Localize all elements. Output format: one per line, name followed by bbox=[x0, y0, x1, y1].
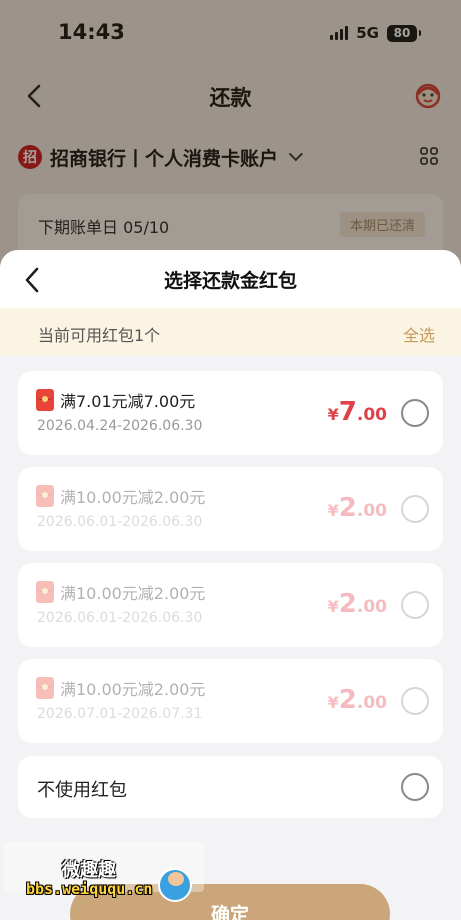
red-envelope-icon bbox=[36, 581, 54, 603]
amount-decimal: .00 bbox=[356, 405, 387, 425]
coupon-amount: ¥ 2 .00 bbox=[328, 685, 387, 715]
coupon-amount: ¥ 2 .00 bbox=[328, 589, 387, 619]
amount-integer: 7 bbox=[338, 397, 357, 427]
radio-icon bbox=[401, 591, 429, 619]
amount-decimal: .00 bbox=[356, 693, 387, 713]
radio-icon[interactable] bbox=[401, 399, 429, 427]
red-envelope-icon bbox=[36, 389, 54, 411]
amount-decimal: .00 bbox=[356, 501, 387, 521]
coupon-validity: 2026.06.01-2026.06.30 bbox=[37, 610, 203, 626]
coupon-name: 满10.00元减2.00元 bbox=[60, 584, 206, 603]
available-count: 当前可用红包1个 bbox=[38, 326, 161, 345]
watermark-title: 微趣趣 bbox=[62, 860, 116, 881]
coupon-item: 满10.00元减2.00元 2026.06.01-2026.06.30 ¥ 2 … bbox=[18, 563, 443, 647]
coupon-validity: 2026.07.01-2026.07.31 bbox=[37, 706, 203, 722]
sheet-title: 选择还款金红包 bbox=[163, 270, 297, 292]
coupon-item: 满10.00元减2.00元 2026.06.01-2026.06.30 ¥ 2 … bbox=[18, 467, 443, 551]
red-envelope-icon bbox=[36, 677, 54, 699]
coupon-name: 满7.01元减7.00元 bbox=[60, 392, 196, 411]
amount-decimal: .00 bbox=[356, 597, 387, 617]
available-bar: 当前可用红包1个 全选 bbox=[0, 308, 461, 356]
currency-symbol: ¥ bbox=[327, 597, 339, 616]
no-coupon-option[interactable]: 不使用红包 bbox=[18, 756, 443, 818]
watermark: 微趣趣 bbs.weiququ.cn bbox=[0, 842, 210, 920]
coupon-amount: ¥ 2 .00 bbox=[328, 493, 387, 523]
radio-icon bbox=[401, 687, 429, 715]
radio-icon bbox=[401, 495, 429, 523]
mascot-icon bbox=[158, 868, 192, 902]
coupon-amount: ¥ 7 .00 bbox=[328, 397, 387, 427]
amount-integer: 2 bbox=[338, 589, 357, 619]
amount-integer: 2 bbox=[338, 685, 357, 715]
sheet-header: 选择还款金红包 bbox=[0, 250, 461, 308]
coupon-item[interactable]: 满7.01元减7.00元 2026.04.24-2026.06.30 ¥ 7 .… bbox=[18, 371, 443, 455]
coupon-name: 满10.00元减2.00元 bbox=[60, 680, 206, 699]
radio-icon[interactable] bbox=[401, 773, 429, 801]
coupon-validity: 2026.04.24-2026.06.30 bbox=[37, 418, 203, 434]
watermark-url: bbs.weiququ.cn bbox=[26, 880, 153, 898]
coupon-sheet: 选择还款金红包 当前可用红包1个 全选 满7.01元减7.00元 2026.04… bbox=[0, 250, 461, 920]
select-all-button[interactable]: 全选 bbox=[403, 322, 435, 346]
red-envelope-icon bbox=[36, 485, 54, 507]
coupon-validity: 2026.06.01-2026.06.30 bbox=[37, 514, 203, 530]
no-coupon-label: 不使用红包 bbox=[37, 780, 127, 801]
currency-symbol: ¥ bbox=[327, 501, 339, 520]
coupon-item: 满10.00元减2.00元 2026.07.01-2026.07.31 ¥ 2 … bbox=[18, 659, 443, 743]
currency-symbol: ¥ bbox=[327, 693, 339, 712]
amount-integer: 2 bbox=[338, 493, 357, 523]
currency-symbol: ¥ bbox=[327, 405, 339, 424]
coupon-name: 满10.00元减2.00元 bbox=[60, 488, 206, 507]
